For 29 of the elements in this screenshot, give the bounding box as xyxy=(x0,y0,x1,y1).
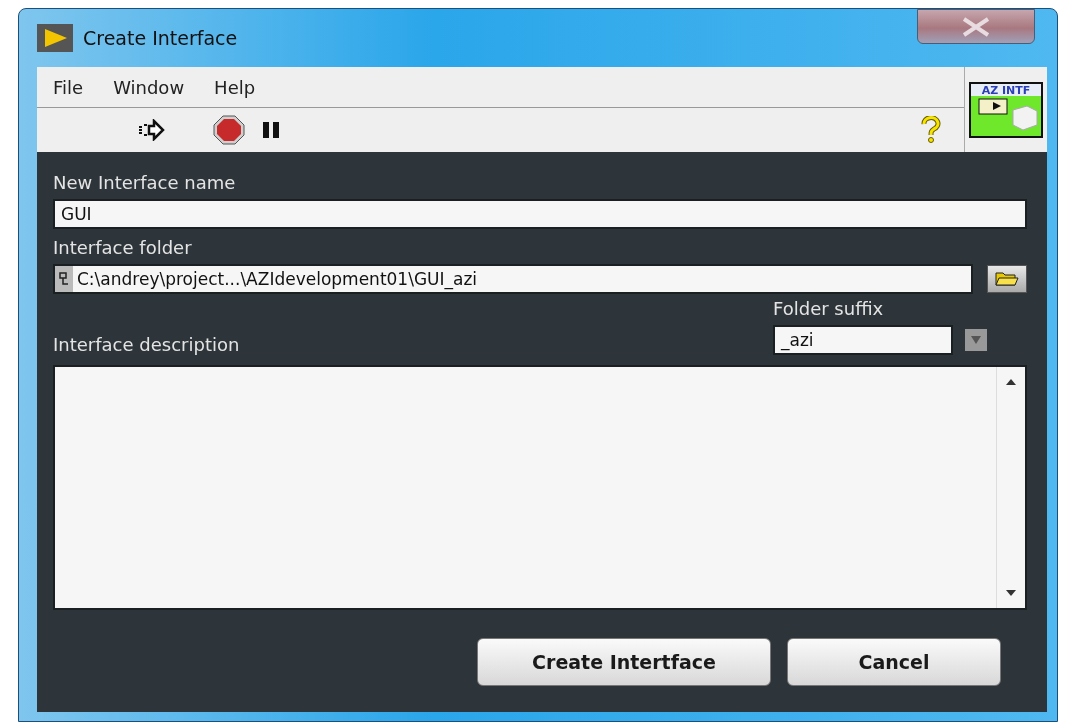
menu-item[interactable]: File xyxy=(53,76,84,98)
app-icon xyxy=(37,24,73,52)
name-field[interactable]: GUI xyxy=(53,199,1027,229)
vi-icon-drawing: AZ INTF xyxy=(969,81,1043,138)
scroll-down-icon[interactable] xyxy=(1006,590,1016,596)
field-label: New Interface name xyxy=(53,172,237,193)
path-type-icon xyxy=(55,266,73,292)
description-field[interactable] xyxy=(53,365,1027,610)
browse-button[interactable] xyxy=(987,265,1027,293)
stop-icon[interactable] xyxy=(213,115,245,145)
run-arrow-icon[interactable] xyxy=(137,119,165,141)
menu-item[interactable]: Help xyxy=(214,76,256,98)
window-title: Create Interface xyxy=(83,27,238,49)
scroll-up-icon[interactable] xyxy=(1006,379,1016,385)
field-label: Folder suffix xyxy=(773,298,885,319)
caret-icon xyxy=(970,335,982,345)
menu-item[interactable]: Window xyxy=(113,76,185,98)
close-icon xyxy=(960,16,992,37)
suffix-field[interactable]: _azi xyxy=(773,325,953,355)
help-icon[interactable] xyxy=(920,116,942,144)
folder-icon xyxy=(995,271,1019,287)
field-label: Interface description xyxy=(53,334,240,355)
field-label: Interface folder xyxy=(53,237,193,258)
dropdown-button[interactable] xyxy=(965,329,987,351)
cancel-button[interactable]: Cancel xyxy=(787,638,1001,686)
create-button[interactable]: Create Intertface xyxy=(477,638,771,686)
close-button[interactable] xyxy=(917,9,1035,44)
pause-icon[interactable] xyxy=(261,120,281,140)
path-field[interactable]: C:\andrey\project...\AZIdevelopment01\GUI_azi xyxy=(53,264,973,294)
